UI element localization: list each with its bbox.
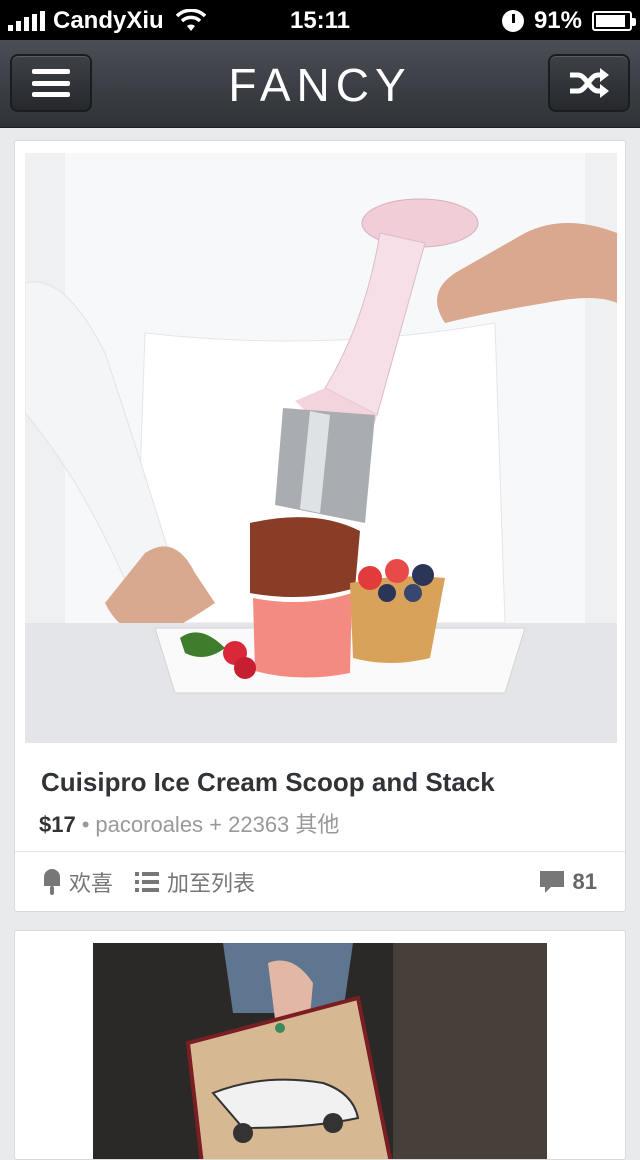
- product-image[interactable]: [25, 153, 617, 743]
- meta-separator: •: [81, 812, 90, 837]
- feed-card[interactable]: Cuisipro Ice Cream Scoop and Stack $17 • p…: [14, 140, 626, 912]
- product-title[interactable]: Cuisipro Ice Cream Scoop and Stack: [41, 767, 495, 798]
- feed-card[interactable]: [14, 930, 626, 1160]
- battery-icon: [592, 11, 636, 31]
- fancy-label: 欢喜: [69, 871, 114, 896]
- fancy-icon: [44, 869, 60, 895]
- fancied-by[interactable]: pacoroales + 22363 其他: [95, 812, 339, 837]
- card-divider: [15, 851, 625, 852]
- list-icon: [135, 872, 160, 892]
- alarm-clock-icon: [501, 10, 524, 32]
- battery-percent: 91%: [533, 7, 582, 34]
- fancy-button[interactable]: 欢喜: [43, 866, 113, 898]
- product-price: $17: [39, 812, 76, 837]
- product-image[interactable]: [93, 943, 547, 1159]
- shuffle-icon: [570, 68, 609, 98]
- status-right: 91%: [501, 7, 636, 35]
- status-bar: CandyXiu 15:11 91%: [0, 0, 640, 40]
- product-meta: $17 • pacoroales + 22363 其他: [39, 807, 339, 839]
- comment-icon: [539, 871, 564, 893]
- navigation-bar: FANCY: [0, 40, 640, 128]
- app-title: FANCY: [228, 59, 412, 111]
- shuffle-button[interactable]: [548, 54, 630, 112]
- add-to-list-button[interactable]: 加至列表: [135, 866, 255, 898]
- add-to-list-label: 加至列表: [167, 871, 256, 896]
- ice-cream-scoop-photo: [25, 153, 617, 743]
- clutch-bag-photo: [93, 943, 547, 1159]
- card-actions: 欢喜 加至列表 81: [15, 853, 625, 911]
- comments-button[interactable]: 81: [539, 869, 597, 895]
- comments-count: 81: [572, 869, 597, 894]
- battery-fill: [596, 15, 626, 27]
